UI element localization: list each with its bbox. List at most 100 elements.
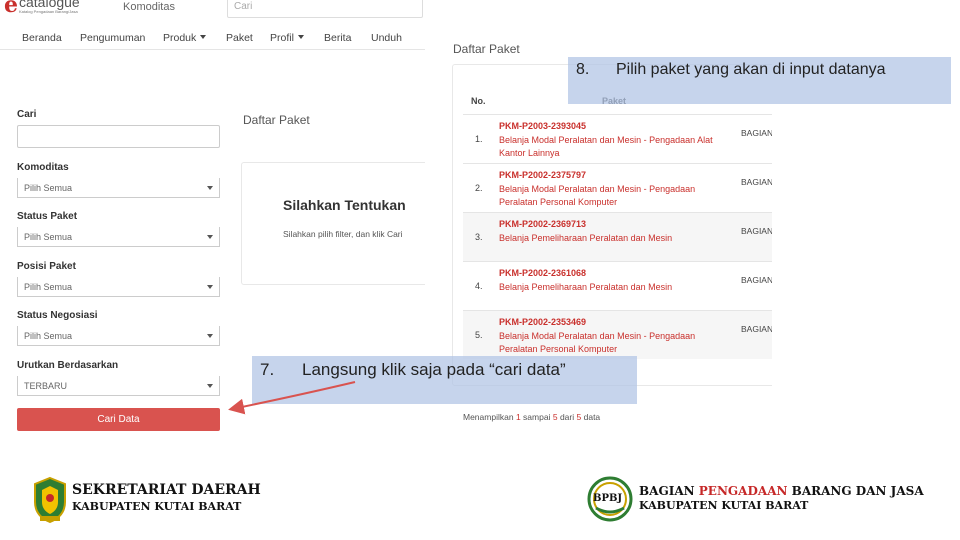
table-row[interactable]: 4. PKM-P2002-2361068 Belanja Pemeliharaa… — [463, 261, 772, 310]
row-number: 3. — [475, 232, 483, 242]
nav-label: Beranda — [22, 32, 62, 44]
package-code-link[interactable]: PKM-P2003-2393045 — [499, 121, 586, 131]
chevron-down-icon — [207, 235, 213, 239]
select-value: Pilih Semua — [24, 232, 73, 242]
cari-data-button[interactable]: Cari Data — [17, 408, 220, 431]
empty-subtext: Silahkan pilih filter, dan klik Cari — [283, 229, 403, 239]
org-subtitle: KABUPATEN KUTAI BARAT — [72, 500, 242, 513]
urutkan-label: Urutkan Berdasarkan — [17, 360, 119, 371]
package-description[interactable]: Belanja Modal Peralatan dan Mesin - Peng… — [499, 134, 724, 160]
status-negosiasi-label: Status Negosiasi — [17, 310, 98, 321]
ecatalogue-logo[interactable]: e catalogue Katalog Pengadaan Barang/Jas… — [4, 0, 114, 20]
table-row[interactable]: 3. PKM-P2002-2369713 Belanja Pemeliharaa… — [463, 212, 772, 261]
status-paket-label: Status Paket — [17, 211, 78, 222]
chevron-down-icon — [207, 384, 213, 388]
bpbj-badge-text: BPBJ — [593, 493, 623, 504]
chevron-down-icon — [207, 186, 213, 190]
step-number: 8. — [576, 61, 590, 78]
row-number: 1. — [475, 134, 483, 144]
nav-paket[interactable]: Paket — [226, 32, 253, 44]
package-code-link[interactable]: PKM-P2002-2353469 — [499, 317, 586, 327]
nav-profil[interactable]: Profil — [270, 32, 304, 44]
row-number: 5. — [475, 330, 483, 340]
title-highlight: PENGADAAN — [698, 484, 788, 498]
package-org: BAGIAN BARANG — [741, 177, 772, 187]
showing-mid2: dari — [559, 412, 575, 422]
cari-input[interactable] — [17, 125, 220, 148]
step-number: 7. — [260, 360, 275, 379]
row-number: 2. — [475, 183, 483, 193]
org-title: BAGIAN PENGADAAN BARANG DAN JASA — [639, 484, 924, 498]
nav-produk[interactable]: Produk — [163, 32, 207, 44]
nav-label: Unduh — [371, 32, 402, 44]
logo-subtext: Katalog Pengadaan Barang/Jasa — [19, 9, 78, 14]
org-title: SEKRETARIAT DAERAH — [72, 482, 261, 498]
step-text: Pilih paket yang akan di input datanya — [616, 61, 886, 78]
empty-heading: Silahkan Tentukan — [283, 197, 406, 213]
chevron-down-icon — [200, 35, 207, 39]
package-org: BAGIAN BARANG — [741, 324, 772, 334]
nav-label: Pengumuman — [80, 32, 146, 44]
nav-unduh[interactable]: Unduh — [371, 32, 402, 44]
nav-label: Berita — [324, 32, 352, 44]
pagination-summary: Menampilkan 1 sampai 5 dari 5 data — [463, 412, 600, 422]
select-value: Pilih Semua — [24, 183, 73, 193]
showing-mid1: sampai — [523, 412, 551, 422]
step-text: Langsung klik saja pada “cari data” — [302, 360, 566, 379]
commodity-dropdown[interactable]: Komoditas — [123, 1, 175, 13]
showing-suffix: data — [583, 412, 601, 422]
chevron-down-icon — [207, 334, 213, 338]
table-row[interactable]: 2. PKM-P2002-2375797 Belanja Modal Peral… — [463, 163, 772, 212]
chevron-down-icon — [207, 285, 213, 289]
table-row[interactable]: 5. PKM-P2002-2353469 Belanja Modal Peral… — [463, 310, 772, 359]
nav-label: Produk — [163, 32, 197, 44]
showing-total: 5 — [576, 412, 582, 422]
daftar-paket-title: Daftar Paket — [243, 113, 310, 127]
nav-berita[interactable]: Berita — [324, 32, 351, 44]
kutai-barat-emblem-icon — [34, 476, 66, 524]
nav-label: Paket — [226, 32, 253, 44]
step-8-callout: 8. Pilih paket yang akan di input datany… — [568, 57, 951, 104]
nav-pengumuman[interactable]: Pengumuman — [80, 32, 145, 44]
nav-label: Profil — [270, 32, 294, 44]
posisi-paket-select[interactable]: Pilih Semua — [17, 277, 220, 297]
package-description[interactable]: Belanja Modal Peralatan dan Mesin - Peng… — [499, 183, 724, 209]
status-negosiasi-select[interactable]: Pilih Semua — [17, 326, 220, 346]
daftar-paket-title: Daftar Paket — [453, 42, 520, 56]
column-header-no: No. — [471, 96, 486, 106]
row-number: 4. — [475, 281, 483, 291]
showing-prefix: Menampilkan — [463, 412, 514, 422]
package-description[interactable]: Belanja Modal Peralatan dan Mesin - Peng… — [499, 330, 724, 356]
urutkan-select[interactable]: TERBARU — [17, 376, 220, 396]
top-bar: e catalogue Katalog Pengadaan Barang/Jas… — [0, 0, 425, 22]
main-nav: Beranda Pengumuman Produk Paket Profil B… — [0, 28, 425, 50]
package-code-link[interactable]: PKM-P2002-2375797 — [499, 170, 586, 180]
sekretariat-daerah-logo: SEKRETARIAT DAERAH KABUPATEN KUTAI BARAT — [32, 476, 272, 524]
package-code-link[interactable]: PKM-P2002-2361068 — [499, 268, 586, 278]
chevron-down-icon — [297, 35, 304, 39]
title-pre: BAGIAN — [639, 484, 695, 498]
komoditas-label: Komoditas — [17, 162, 69, 173]
org-subtitle: KABUPATEN KUTAI BARAT — [639, 499, 809, 512]
nav-beranda[interactable]: Beranda — [22, 32, 62, 44]
cari-label: Cari — [17, 109, 37, 120]
status-paket-select[interactable]: Pilih Semua — [17, 227, 220, 247]
title-post: BARANG DAN JASA — [791, 484, 924, 498]
komoditas-select[interactable]: Pilih Semua — [17, 178, 220, 198]
package-code-link[interactable]: PKM-P2002-2369713 — [499, 219, 586, 229]
step-7-callout: 7. Langsung klik saja pada “cari data” — [252, 356, 637, 404]
select-value: Pilih Semua — [24, 282, 73, 292]
package-org: BAGIAN BARANG — [741, 226, 772, 236]
empty-results-panel: Silahkan Tentukan Silahkan pilih filter,… — [241, 162, 425, 285]
showing-from: 1 — [515, 412, 521, 422]
posisi-paket-label: Posisi Paket — [17, 261, 76, 272]
package-org: BAGIAN BARANG — [741, 275, 772, 285]
table-row[interactable]: 1. PKM-P2003-2393045 Belanja Modal Peral… — [463, 114, 772, 163]
showing-to: 5 — [552, 412, 558, 422]
select-value: TERBARU — [24, 381, 68, 391]
package-description[interactable]: Belanja Pemeliharaan Peralatan dan Mesin — [499, 232, 724, 245]
logo-e-mark: e — [4, 0, 18, 18]
top-search-input[interactable]: Cari — [227, 0, 423, 18]
bpbj-logo: BPBJ BAGIAN PENGADAAN BARANG DAN JASA KA… — [587, 476, 932, 524]
package-description[interactable]: Belanja Pemeliharaan Peralatan dan Mesin — [499, 281, 724, 294]
